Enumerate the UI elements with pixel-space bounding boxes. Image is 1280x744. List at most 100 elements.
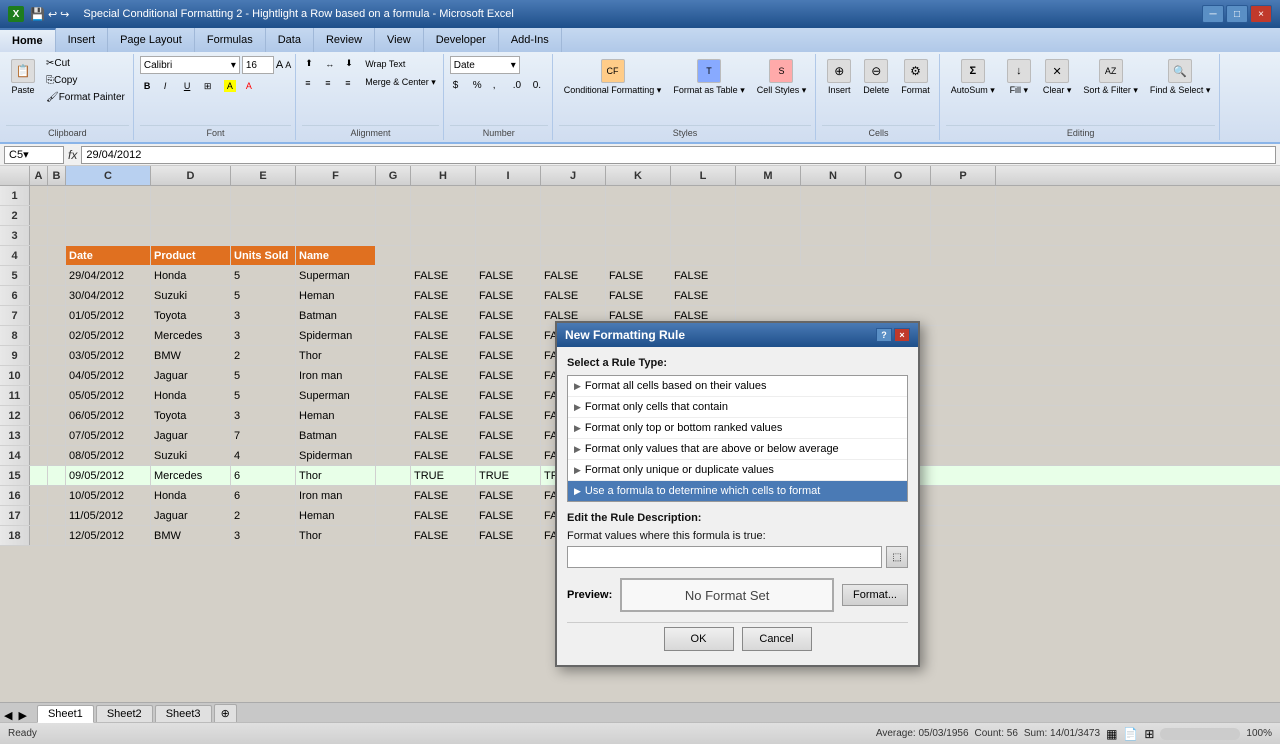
cell-b1[interactable] [48,186,66,205]
align-middle-button[interactable]: ↔ [322,57,340,71]
col-header-m[interactable]: M [736,166,801,185]
rule-item-unique-duplicate[interactable]: ▶ Format only unique or duplicate values [568,460,907,481]
align-left-button[interactable]: ≡ [302,76,320,90]
page-break-view-icon[interactable]: ⊞ [1144,727,1154,741]
col-header-g[interactable]: G [376,166,411,185]
cell-p1[interactable] [931,186,996,205]
close-button[interactable]: × [1250,5,1272,23]
col-header-p[interactable]: P [931,166,996,185]
name-box[interactable]: C5 ▾ [4,146,64,164]
delete-button[interactable]: ⊖ Delete [858,56,894,98]
tab-formulas[interactable]: Formulas [195,28,266,52]
cell-o1[interactable] [866,186,931,205]
merge-center-button[interactable]: Merge & Center ▾ [362,75,439,90]
col-header-n[interactable]: N [801,166,866,185]
cell-c1[interactable] [66,186,151,205]
format-as-table-button[interactable]: T Format as Table ▾ [668,56,749,99]
fill-color-button[interactable]: A [220,78,240,94]
increase-decimal-button[interactable]: .0 [510,78,528,93]
underline-button[interactable]: U [180,79,198,93]
header-product[interactable]: Product [151,246,231,265]
font-shrink-icon[interactable]: A [285,60,291,70]
bold-button[interactable]: B [140,79,158,93]
sort-filter-button[interactable]: AZ Sort & Filter ▾ [1078,56,1143,99]
cell-l1[interactable] [671,186,736,205]
fill-button[interactable]: ↓ Fill ▾ [1002,56,1036,99]
rule-item-all-values[interactable]: ▶ Format all cells based on their values [568,376,907,397]
redo-icon[interactable]: ↪ [60,8,69,21]
cell-j1[interactable] [541,186,606,205]
cell-d1[interactable] [151,186,231,205]
tab-view[interactable]: View [375,28,424,52]
formula-value-input[interactable] [567,546,882,568]
rule-item-contain[interactable]: ▶ Format only cells that contain [568,397,907,418]
copy-button[interactable]: ⎘ Copy [42,73,129,88]
font-grow-icon[interactable]: A [276,59,283,71]
normal-view-icon[interactable]: ▦ [1106,727,1117,741]
dialog-close-button[interactable]: × [894,328,910,342]
maximize-button[interactable]: □ [1226,5,1248,23]
rule-item-formula[interactable]: ▶ Use a formula to determine which cells… [568,481,907,501]
font-color-button[interactable]: A [242,79,260,93]
cell-n1[interactable] [801,186,866,205]
find-select-button[interactable]: 🔍 Find & Select ▾ [1145,56,1216,99]
col-header-k[interactable]: K [606,166,671,185]
sheet-tab-2[interactable]: Sheet2 [96,705,153,722]
col-header-e[interactable]: E [231,166,296,185]
clear-button[interactable]: ✕ Clear ▾ [1038,56,1077,99]
rule-item-above-below[interactable]: ▶ Format only values that are above or b… [568,439,907,460]
cell-f1[interactable] [296,186,376,205]
cancel-button[interactable]: Cancel [742,627,812,651]
sheet-nav-right[interactable]: ▶ [18,709,26,722]
tab-insert[interactable]: Insert [56,28,109,52]
minimize-button[interactable]: ─ [1202,5,1224,23]
tab-addins[interactable]: Add-Ins [499,28,562,52]
col-header-a[interactable]: A [30,166,48,185]
italic-button[interactable]: I [160,79,178,93]
header-date[interactable]: Date [66,246,151,265]
font-size-select[interactable]: 16 [242,56,274,74]
col-header-j[interactable]: J [541,166,606,185]
align-center-button[interactable]: ≡ [322,76,340,90]
cell-styles-button[interactable]: S Cell Styles ▾ [752,56,812,99]
col-header-c[interactable]: C [66,166,151,185]
undo-icon[interactable]: ↩ [48,8,57,21]
tab-page-layout[interactable]: Page Layout [108,28,195,52]
col-header-l[interactable]: L [671,166,736,185]
format-button[interactable]: ⚙ Format [896,56,935,98]
currency-button[interactable]: $ [450,78,468,93]
header-name[interactable]: Name [296,246,376,265]
col-header-o[interactable]: O [866,166,931,185]
cell-a1[interactable] [30,186,48,205]
tab-data[interactable]: Data [266,28,314,52]
cut-button[interactable]: ✂ Cut [42,56,129,71]
autosum-button[interactable]: Σ AutoSum ▾ [946,56,1000,99]
wrap-text-button[interactable]: Wrap Text [362,57,408,71]
header-units[interactable]: Units Sold [231,246,296,265]
ok-button[interactable]: OK [664,627,734,651]
comma-button[interactable]: , [490,78,508,93]
page-layout-view-icon[interactable]: 📄 [1123,727,1138,741]
cell-k1[interactable] [606,186,671,205]
format-painter-button[interactable]: 🖌 Format Painter [42,90,129,105]
cell-h1[interactable] [411,186,476,205]
tab-home[interactable]: Home [0,28,56,52]
conditional-formatting-button[interactable]: CF Conditional Formatting ▾ [559,56,667,99]
rule-item-ranked[interactable]: ▶ Format only top or bottom ranked value… [568,418,907,439]
tab-review[interactable]: Review [314,28,375,52]
col-header-b[interactable]: B [48,166,66,185]
cell-m1[interactable] [736,186,801,205]
formula-input[interactable]: 29/04/2012 [81,146,1276,164]
cell-g1[interactable] [376,186,411,205]
border-button[interactable]: ⊞ [200,79,218,94]
font-name-select[interactable]: Calibri ▾ [140,56,240,74]
col-header-h[interactable]: H [411,166,476,185]
dialog-help-button[interactable]: ? [876,328,892,342]
col-header-d[interactable]: D [151,166,231,185]
save-icon[interactable]: 💾 [30,7,45,21]
cell-e1[interactable] [231,186,296,205]
sheet-tab-1[interactable]: Sheet1 [37,705,94,723]
zoom-slider[interactable] [1160,728,1240,740]
insert-button[interactable]: ⊕ Insert [822,56,856,98]
formula-reference-button[interactable]: ⬚ [886,546,908,568]
